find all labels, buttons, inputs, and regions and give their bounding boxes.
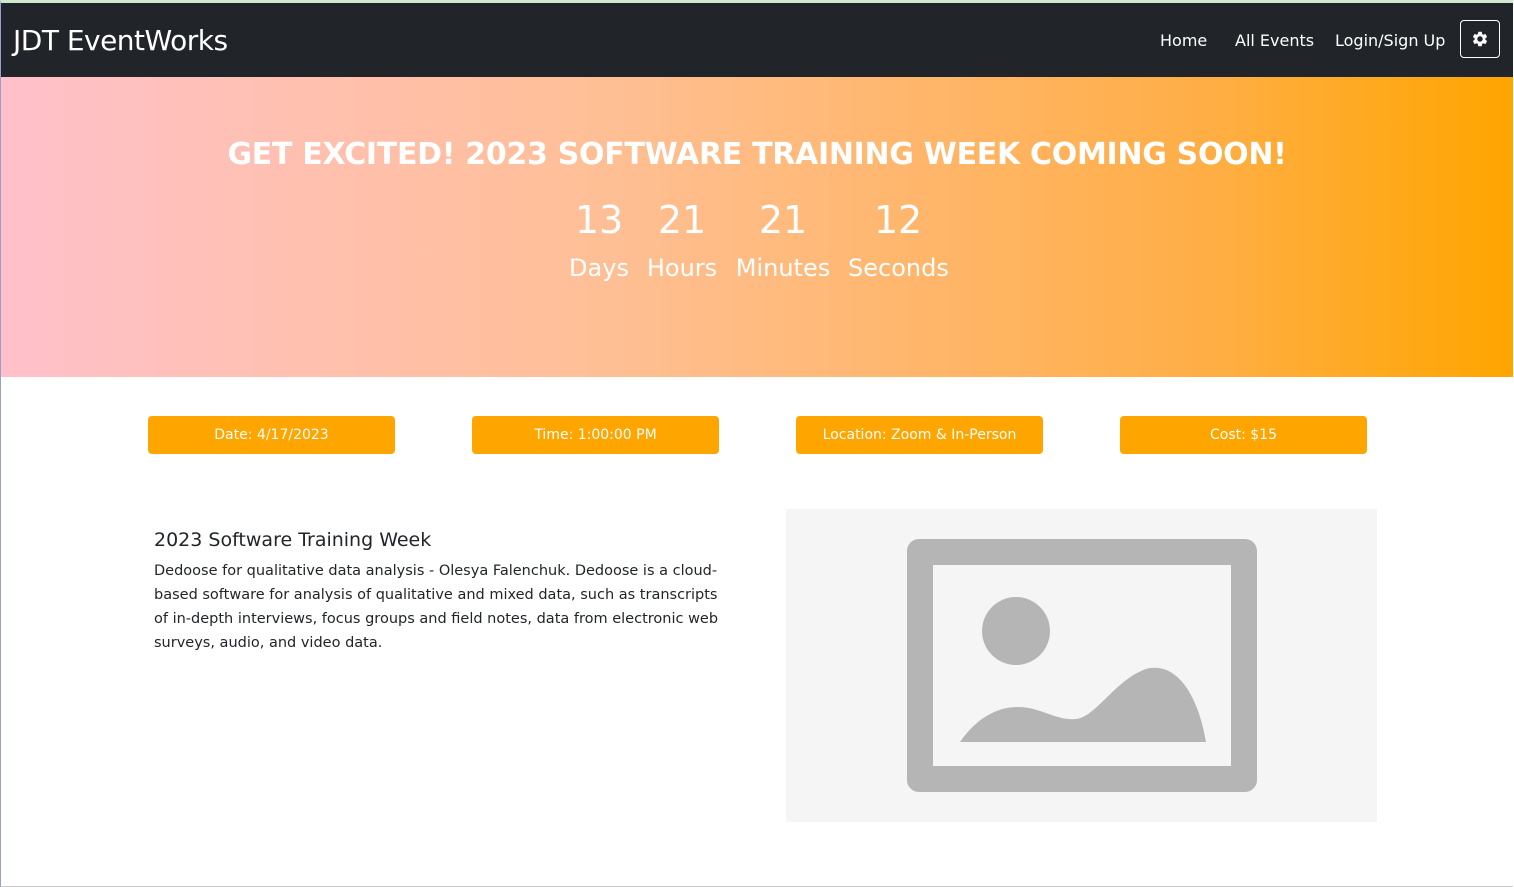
cost-button[interactable]: Cost: $15 — [1120, 416, 1367, 454]
event-description: Dedoose for qualitative data analysis - … — [154, 563, 719, 651]
event-image — [786, 509, 1377, 822]
countdown-seconds-value: 12 — [873, 198, 923, 242]
navbar: JDT EventWorks Home All Events Login/Sig… — [1, 3, 1513, 77]
nav-link-login[interactable]: Login/Sign Up — [1335, 30, 1445, 52]
hero-banner: GET EXCITED! 2023 SOFTWARE TRAINING WEEK… — [1, 77, 1513, 377]
nav-link-all-events[interactable]: All Events — [1235, 30, 1314, 52]
countdown-seconds-label: Seconds — [848, 254, 949, 282]
hero-title: GET EXCITED! 2023 SOFTWARE TRAINING WEEK… — [227, 137, 1287, 172]
countdown-hours-value: 21 — [657, 198, 707, 242]
gear-icon — [1472, 31, 1488, 47]
countdown-minutes-label: Minutes — [735, 254, 831, 282]
location-button[interactable]: Location: Zoom & In-Person — [796, 416, 1043, 454]
image-placeholder-icon — [907, 539, 1257, 792]
countdown-days-value: 13 — [574, 198, 624, 242]
brand-logo[interactable]: JDT EventWorks — [13, 23, 228, 59]
nav-link-home[interactable]: Home — [1160, 30, 1207, 52]
countdown-minutes-value: 21 — [758, 198, 808, 242]
event-title: 2023 Software Training Week — [154, 529, 432, 551]
countdown-hours-label: Hours — [646, 254, 718, 282]
settings-button[interactable] — [1460, 20, 1500, 58]
page: JDT EventWorks Home All Events Login/Sig… — [0, 0, 1513, 887]
countdown-days-label: Days — [569, 254, 629, 282]
date-button[interactable]: Date: 4/17/2023 — [148, 416, 395, 454]
time-button[interactable]: Time: 1:00:00 PM — [472, 416, 719, 454]
